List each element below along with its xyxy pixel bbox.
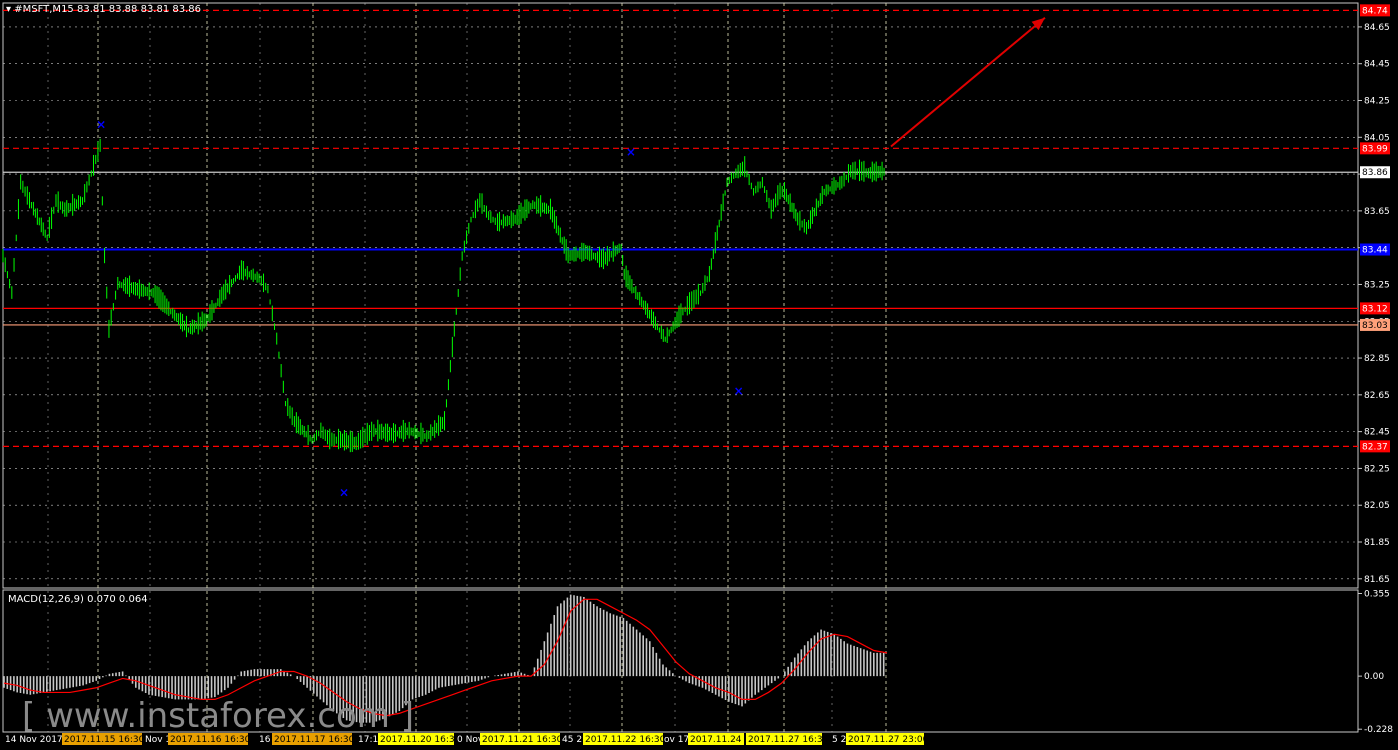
price-label: 84.74 bbox=[1362, 6, 1388, 16]
time-label: 2017.11.21 16:30 bbox=[482, 735, 563, 745]
price-tick-label: 82.25 bbox=[1364, 464, 1390, 474]
time-label: 45 2 bbox=[562, 735, 582, 745]
fractal-marker: × bbox=[734, 384, 744, 398]
fractal-marker: × bbox=[96, 117, 106, 131]
price-chart[interactable]: 84.6584.4584.2584.0583.8583.6583.4583.25… bbox=[0, 0, 1398, 750]
dropdown-triangle-icon[interactable]: ▾ bbox=[6, 4, 11, 15]
time-label: 14 Nov 2017 bbox=[5, 735, 63, 745]
time-label: 2017.11.27 23:00 bbox=[848, 735, 929, 745]
time-label: 17:1 bbox=[358, 735, 378, 745]
fractal-marker: × bbox=[339, 485, 349, 499]
macd-tick-label: -0.228 bbox=[1364, 725, 1393, 735]
price-label: 83.86 bbox=[1362, 168, 1388, 178]
price-tick-label: 83.65 bbox=[1364, 207, 1390, 217]
fractal-marker: × bbox=[626, 145, 636, 159]
time-label: 2017.11.15 16:30 bbox=[64, 735, 145, 745]
price-label: 82.37 bbox=[1362, 442, 1388, 452]
price-label: 83.44 bbox=[1362, 246, 1388, 256]
time-label: 2017.11.24 1 bbox=[690, 735, 750, 745]
price-tick-label: 84.65 bbox=[1364, 23, 1390, 33]
price-tick-label: 82.85 bbox=[1364, 354, 1390, 364]
price-label: 83.99 bbox=[1362, 144, 1388, 154]
time-label: 2017.11.22 16:30 bbox=[585, 735, 666, 745]
time-label: 2017.11.17 16:30 bbox=[274, 735, 355, 745]
time-label: ov 17 bbox=[664, 735, 689, 745]
watermark: [ www.instaforex.com ] bbox=[22, 696, 414, 736]
price-tick-label: 84.25 bbox=[1364, 97, 1390, 107]
price-tick-label: 82.45 bbox=[1364, 428, 1390, 438]
symbol-quote: #MSFT,M15 83.81 83.88 83.81 83.86 bbox=[14, 4, 202, 15]
price-panel-frame bbox=[2, 2, 1359, 589]
time-label: 2017.11.20 16:30 bbox=[380, 735, 461, 745]
price-tick-label: 81.85 bbox=[1364, 538, 1390, 548]
time-label: 16 bbox=[259, 735, 271, 745]
price-tick-label: 84.05 bbox=[1364, 133, 1390, 143]
price-tick-label: 82.65 bbox=[1364, 391, 1390, 401]
trend-arrow bbox=[890, 16, 1046, 148]
macd-header: MACD(12,26,9) 0.070 0.064 bbox=[8, 594, 148, 605]
macd-tick-label: 0.00 bbox=[1364, 672, 1384, 682]
time-label: 2017.11.16 16:30 bbox=[170, 735, 251, 745]
price-label: 83.12 bbox=[1362, 304, 1388, 314]
price-tick-label: 82.05 bbox=[1364, 501, 1390, 511]
price-label: 83.03 bbox=[1362, 321, 1388, 331]
price-tick-label: 84.45 bbox=[1364, 60, 1390, 70]
price-tick-label: 81.65 bbox=[1364, 575, 1390, 585]
price-tick-label: 83.25 bbox=[1364, 280, 1390, 290]
time-label: 0 Nov bbox=[457, 735, 484, 745]
time-label: Nov 1 bbox=[145, 735, 171, 745]
time-label: 2017.11.27 16:30 bbox=[748, 735, 829, 745]
symbol-header: ▾ #MSFT,M15 83.81 83.88 83.81 83.86 bbox=[6, 4, 201, 15]
macd-tick-label: 0.355 bbox=[1364, 589, 1390, 599]
